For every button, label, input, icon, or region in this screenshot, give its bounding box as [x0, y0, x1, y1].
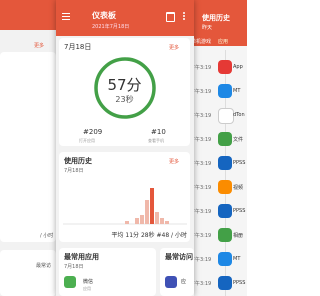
history-row-app: 视频: [233, 185, 244, 191]
history-app-icon: [218, 156, 232, 170]
left-background-screen: 更多 / 小时 最常访: [0, 0, 62, 296]
usage-minutes: 57分: [107, 76, 142, 94]
left-app-bar: [0, 0, 62, 30]
chart-bar: [135, 218, 139, 224]
today-date: 7月18日: [64, 43, 92, 51]
chart-bar: [155, 212, 159, 224]
history-row[interactable]: 下午3:19 App: [188, 60, 247, 74]
history-app-icon: [218, 228, 232, 242]
more-options-icon[interactable]: [183, 12, 185, 22]
frequent-app-detail: 应用: [83, 286, 91, 291]
history-row[interactable]: 下午3:19 PPSS: [188, 156, 247, 170]
history-row[interactable]: 下午3:19 视频: [188, 180, 247, 194]
history-row[interactable]: 下午3:19 MT: [188, 252, 247, 266]
unlock-count: #209: [83, 128, 103, 136]
history-app-icon: [218, 84, 232, 98]
tab-single-game[interactable]: 单机游戏: [191, 38, 211, 45]
dashboard-title: 仪表板: [92, 11, 116, 20]
history-row-app: PPSS: [233, 160, 246, 166]
frequent-apps-title: 最常用应用: [64, 253, 99, 261]
usage-history-title: 使用历史: [64, 157, 92, 165]
history-row[interactable]: 下午3:19 PPSS: [188, 204, 247, 218]
left-footer-text-1: 最常访: [36, 263, 52, 269]
history-row[interactable]: 下午3:19 dTon: [188, 108, 247, 124]
history-row-app: dTon: [233, 112, 245, 118]
frequent-apps-card[interactable]: 最常用应用 7月18日 微信 应用: [59, 248, 156, 296]
history-app-icon: [218, 108, 234, 124]
unlock-label: 打开应用: [79, 138, 95, 143]
history-row[interactable]: 下午3:19 文件: [188, 132, 247, 146]
chart-bar: [140, 215, 144, 224]
history-row-app: PPSS: [233, 208, 246, 214]
check-count: #10: [151, 128, 166, 136]
history-app-icon: [218, 60, 232, 74]
usage-history-date: 7月18日: [64, 168, 84, 174]
history-app-icon: [218, 204, 232, 218]
right-background-screen: 使用历史 昨天 单机游戏 应用 下午3:19 App 下午3:19 MT 下午3:19 d…: [188, 0, 247, 296]
right-screen-subtitle: 昨天: [202, 25, 213, 31]
screenshot-root: 更多 / 小时 最常访 使用历史 昨天 单机游戏 应用 下午3:19 App 下午3…: [0, 0, 247, 296]
today-card[interactable]: 7月18日 更多 57分 23秒 #209 打开应用 #10 查看手机: [59, 38, 190, 146]
left-card: [0, 52, 56, 242]
usage-history-summary: 平均 11分 28秒 #48 / 小时: [111, 232, 188, 239]
tab-apps[interactable]: 应用: [218, 38, 228, 45]
chart-bar: [165, 221, 169, 224]
history-row[interactable]: 下午3:19 MT: [188, 84, 247, 98]
usage-history-more-link[interactable]: 更多: [169, 158, 179, 165]
left-footer-card: [0, 250, 56, 296]
history-app-icon: [218, 276, 232, 290]
chart-bar: [160, 218, 164, 224]
chart-bar: [125, 221, 129, 224]
chart-bar: [145, 200, 149, 224]
history-row-app: App: [233, 64, 243, 70]
frequent-visits-title: 最常访问: [165, 253, 193, 261]
wechat-app-icon: [64, 276, 76, 288]
history-row[interactable]: 下午3:19 相册: [188, 228, 247, 242]
history-row[interactable]: 下午3:19 PPSS: [188, 276, 247, 290]
frequent-visits-card[interactable]: 最常访问 应: [160, 248, 194, 296]
visit-app-name: 应: [181, 279, 187, 285]
history-app-icon: [218, 132, 232, 146]
check-label: 查看手机: [148, 138, 164, 143]
left-footer-text-2: / 小时: [40, 233, 54, 239]
usage-history-card[interactable]: 使用历史 7月18日 更多 平均 11分 28秒 #48 / 小时: [59, 152, 190, 242]
history-row-app: MT: [233, 256, 241, 262]
visit-app-icon: [165, 276, 177, 288]
chart-bar: [150, 188, 154, 224]
history-row-app: 文件: [233, 137, 244, 143]
left-more-link[interactable]: 更多: [34, 42, 44, 49]
frequent-apps-date: 7月18日: [64, 264, 84, 270]
right-screen-title: 使用历史: [202, 14, 230, 22]
frequent-app-name: 微信: [83, 279, 94, 285]
usage-history-chart: [63, 188, 187, 225]
today-more-link[interactable]: 更多: [169, 44, 179, 51]
history-row-app: PPSS: [233, 280, 246, 286]
history-app-icon: [218, 252, 232, 266]
calendar-icon[interactable]: [166, 12, 175, 22]
dashboard-subtitle: 2021年7月18日: [92, 24, 130, 30]
dashboard-screen: 仪表板 2021年7月18日 7月18日 更多 57分 23秒 #209 打开应…: [56, 0, 194, 296]
history-app-icon: [218, 180, 232, 194]
history-row-app: MT: [233, 88, 241, 94]
menu-icon[interactable]: [62, 13, 70, 20]
usage-seconds: 23秒: [115, 95, 134, 104]
history-row-app: 相册: [233, 233, 244, 239]
